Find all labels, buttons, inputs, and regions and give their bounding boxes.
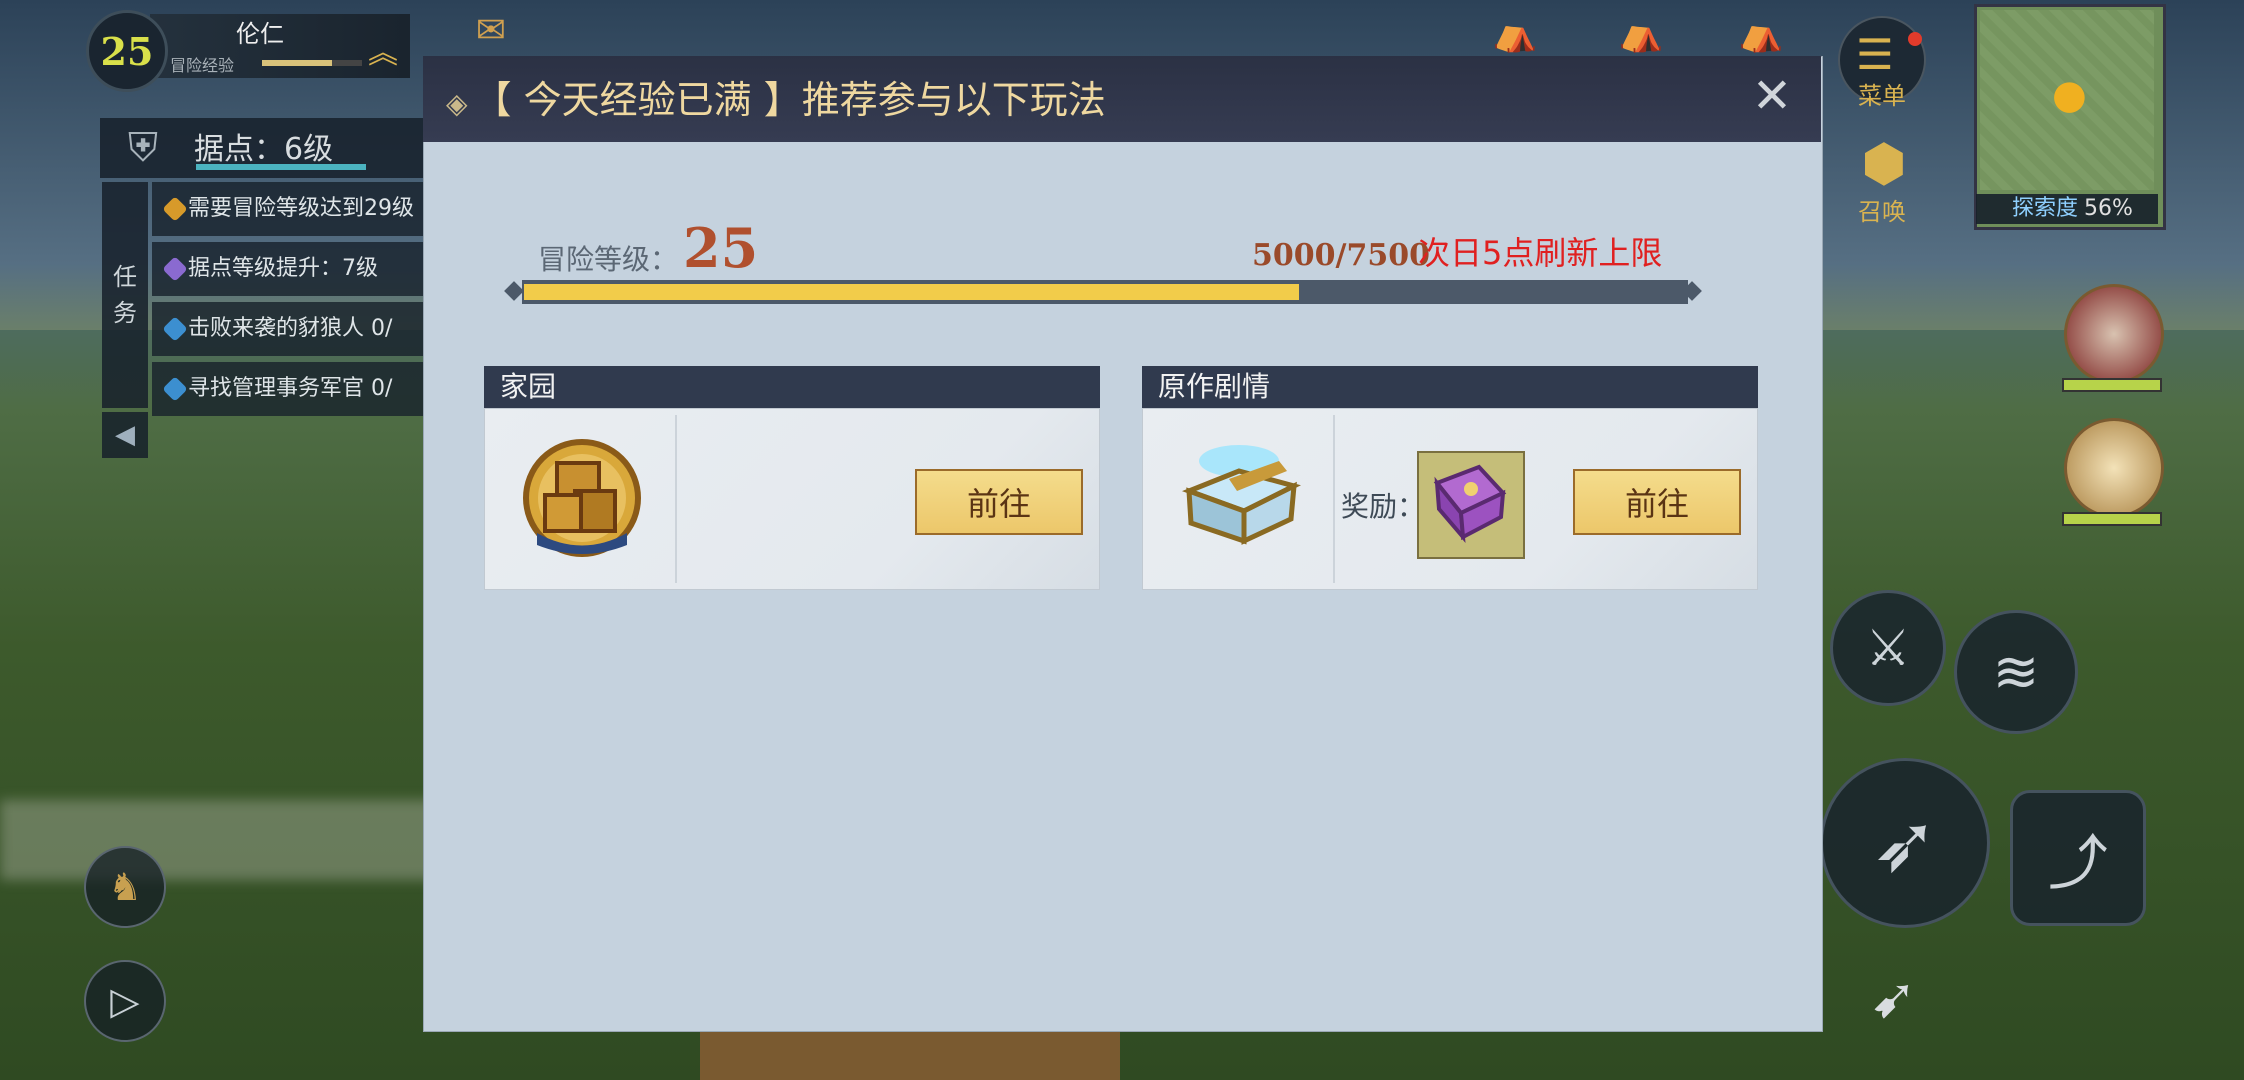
card-icon-cell [1147,415,1335,583]
quest-main-icon [162,196,188,222]
quest-text: 寻找管理事务军官 0/ [188,376,393,401]
party-hero-avatar[interactable] [2064,418,2164,518]
stronghold-level: 据点：6级 [194,132,334,167]
shop-icon[interactable]: ⛺ [1606,12,1676,54]
player-level-badge[interactable]: 25 [86,10,168,92]
exp-progress-fill [524,284,1299,300]
quest-item[interactable]: 需要冒险等级达到29级 [152,182,432,236]
quest-text: 据点等级提升：7级 [188,256,378,281]
event-icon[interactable]: ✉ [456,10,526,51]
reward-item-slot[interactable] [1417,451,1525,559]
exploration-bar: 探索度 56% [1976,194,2158,224]
close-icon: ✕ [1751,68,1793,124]
menu-label: 菜单 [1858,82,1906,110]
guild-icon[interactable]: ⛺ [1726,12,1796,54]
attack-button[interactable]: ➶ [1820,758,1990,928]
party-hero-avatar[interactable] [2064,284,2164,384]
skill-slot-button[interactable]: ⚔ [1830,590,1946,706]
reward-tome-icon [1433,464,1507,543]
explore-label: 探索度 [2012,196,2079,221]
story-book-icon [1181,445,1301,545]
notification-dot [1908,32,1922,46]
jump-button[interactable]: ⤴ [2010,790,2146,926]
card-title: 家园 [484,366,1100,408]
quest-tab[interactable]: 任 务 [102,182,148,408]
adventure-level-value: 25 [683,216,759,280]
quest-side-icon [162,256,188,282]
dialog-title: ◈ 【 今天经验已满 】推荐参与以下玩法 [446,70,1106,134]
player-location-icon: ● [2052,72,2087,118]
quest-tab-char: 任 [113,263,137,291]
quest-text: 需要冒险等级达到29级 [188,196,414,221]
party-hero-hp-bar [2062,378,2162,392]
card-body: 奖励： 前往 [1142,408,1758,590]
quest-collapse-button[interactable]: ◀ [102,412,148,458]
player-exp-label: 冒险经验 [170,56,235,75]
mount-button[interactable]: ♞ [84,846,166,928]
go-button-story[interactable]: 前往 [1573,469,1741,535]
dialog-title-text: 【 今天经验已满 】推荐参与以下玩法 [473,78,1106,122]
quest-item[interactable]: 据点等级提升：7级 [152,242,432,296]
home-crate-icon [523,439,641,557]
activity-icon[interactable]: ⛺ [1480,12,1550,54]
exp-value: 5000/7500 [1252,238,1430,273]
reward-label: 奖励： [1341,490,1426,523]
summon-icon[interactable]: ⬢ [1852,134,1916,194]
rank-up-icon[interactable]: ︽ [368,28,398,72]
skill-wave-button[interactable]: ≋ [1954,610,2078,734]
card-title: 原作剧情 [1142,366,1758,408]
card-icon-cell [489,415,677,583]
refresh-note: 次日5点刷新上限 [1418,234,1663,272]
summon-label: 召唤 [1858,198,1906,226]
quest-side-icon [162,376,188,402]
quest-side-icon [162,316,188,342]
quest-item[interactable]: 击败来袭的豺狼人 0/ [152,302,432,356]
party-hero-hp-bar [2062,512,2162,526]
menu-icon: ☰ [1856,30,1894,79]
close-button[interactable]: ✕ [1744,68,1800,124]
title-diamond-icon: ◈ [446,87,468,120]
dodge-icon[interactable]: ➹ [1870,966,1917,1031]
quest-item[interactable]: 寻找管理事务军官 0/ [152,362,432,416]
player-exp-bar [262,60,362,66]
activity-card-home: 家园 前往 [484,366,1100,592]
player-name: 伦仁 [236,20,284,48]
activity-card-story: 原作剧情 奖励： 前往 [1142,366,1758,592]
stronghold-icon: ⛨ [128,125,158,171]
quest-text: 击败来袭的豺狼人 0/ [188,316,393,341]
explore-value: 56% [2084,196,2133,221]
adventure-level-label: 冒险等级： [538,243,679,276]
stronghold-progress-bar [196,164,366,170]
quest-tab-char: 务 [113,299,137,327]
go-button-home[interactable]: 前往 [915,469,1083,535]
card-body: 前往 [484,408,1100,590]
auto-play-button[interactable]: ▷ [84,960,166,1042]
